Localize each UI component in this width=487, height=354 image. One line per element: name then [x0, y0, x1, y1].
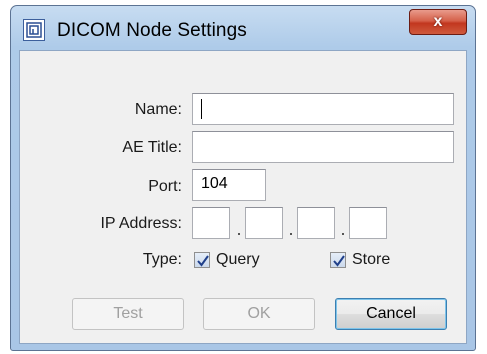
ip-octet-1-input[interactable]	[192, 207, 230, 239]
query-checkbox[interactable]	[194, 252, 210, 268]
ip-separator-dot	[290, 233, 292, 235]
ip-separator-dot	[342, 233, 344, 235]
checkmark-icon	[197, 255, 209, 267]
port-input[interactable]: 104	[192, 169, 266, 201]
name-label: Name:	[134, 101, 182, 118]
ae-title-input[interactable]	[192, 131, 454, 163]
dicom-app-icon	[23, 19, 45, 41]
name-input[interactable]	[192, 93, 454, 125]
ok-button[interactable]: OK	[203, 298, 315, 330]
ip-octet-3-input[interactable]	[297, 207, 335, 239]
ae-title-label: AE Title:	[122, 139, 182, 156]
type-label: Type:	[142, 251, 182, 268]
store-label[interactable]: Store	[352, 251, 390, 269]
close-icon: x	[433, 13, 443, 30]
ip-separator-dot	[238, 233, 240, 235]
title-bar[interactable]: DICOM Node Settings x	[11, 6, 475, 52]
ip-octet-4-input[interactable]	[349, 207, 387, 239]
dialog-content: Name: AE Title: Port: 104 IP Address: Ty…	[19, 50, 467, 344]
store-checkbox[interactable]	[330, 252, 346, 268]
ip-octet-2-input[interactable]	[245, 207, 283, 239]
cancel-button[interactable]: Cancel	[335, 298, 447, 330]
port-label: Port:	[148, 178, 182, 195]
checkmark-icon	[333, 255, 345, 267]
ip-address-label: IP Address:	[100, 215, 182, 232]
window-title: DICOM Node Settings	[57, 20, 247, 41]
query-label[interactable]: Query	[216, 251, 260, 269]
port-value: 104	[201, 175, 228, 192]
text-caret	[201, 99, 202, 119]
test-button[interactable]: Test	[72, 298, 184, 330]
close-button[interactable]: x	[409, 9, 467, 35]
dialog-window: DICOM Node Settings x Name: AE Title: Po…	[10, 5, 476, 351]
